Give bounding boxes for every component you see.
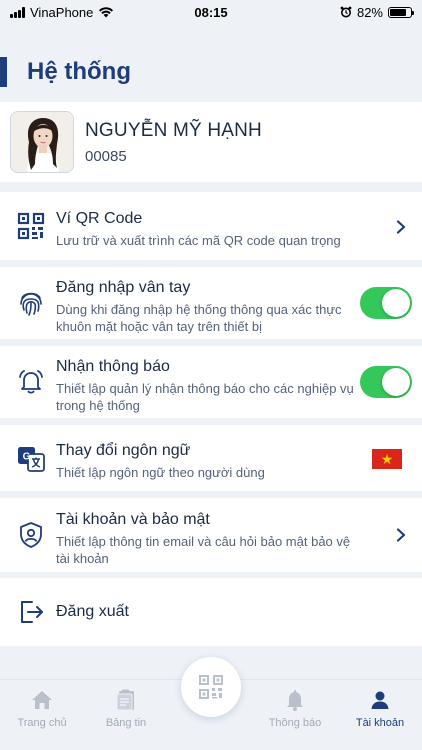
menu-text: Đăng xuất [56, 602, 362, 622]
battery-level [390, 8, 407, 16]
menu-item-language[interactable]: G Thay đổi ngôn ngữ Thiết lập ngôn ngữ t… [0, 425, 422, 491]
toggle-knob [382, 289, 410, 317]
battery-icon [388, 6, 414, 18]
menu-text: Thay đổi ngôn ngữ Thiết lập ngôn ngữ the… [56, 441, 362, 481]
qr-scan-button[interactable] [181, 657, 241, 717]
profile-info: NGUYỄN MỸ HẠNH 00085 [85, 120, 262, 165]
tab-account[interactable]: Tài khoản [338, 680, 422, 740]
menu-title: Thay đổi ngôn ngữ [56, 442, 191, 459]
logout-icon [21, 601, 43, 623]
chevron-right-icon[interactable] [394, 220, 408, 234]
shield-user-icon [20, 522, 42, 548]
translate-icon: G [18, 447, 45, 472]
tab-label: Thông báo [268, 717, 322, 729]
qr-scan-icon [199, 675, 223, 699]
carrier-label: VinaPhone [30, 4, 94, 20]
signal-icon [10, 6, 25, 18]
tab-label: Tài khoản [355, 717, 405, 729]
tab-notifications[interactable]: Thông báo [253, 680, 337, 740]
status-bar: VinaPhone 08:15 82% [0, 0, 422, 24]
menu-description: Thiết lập ngôn ngữ theo người dùng [56, 465, 265, 480]
status-left: VinaPhone [10, 5, 114, 20]
fingerprint-toggle[interactable] [360, 287, 412, 319]
menu-item-logout[interactable]: Đăng xuất [0, 578, 422, 646]
menu-description: Thiết lập thông tin email và câu hỏi bảo… [56, 534, 351, 566]
avatar [10, 111, 74, 173]
title-accent-bar [0, 57, 7, 87]
svg-text:G: G [23, 452, 31, 463]
user-icon [371, 691, 389, 709]
menu-description: Dùng khi đăng nhập hệ thống thông qua xá… [56, 302, 342, 334]
profile-card[interactable]: NGUYỄN MỸ HẠNH 00085 [0, 102, 422, 182]
menu-title: Tài khoản và bảo mật [56, 511, 210, 528]
chevron-right-icon[interactable] [394, 528, 408, 542]
qr-code-icon [17, 212, 45, 240]
menu-title: Đăng nhập vân tay [56, 279, 191, 296]
menu-text: Tài khoản và bảo mật Thiết lập thông tin… [56, 510, 362, 567]
menu-item-qr-wallet[interactable]: Ví QR Code Lưu trữ và xuất trình các mã … [0, 192, 422, 260]
tab-home[interactable]: Trang chủ [0, 680, 84, 740]
menu-description: Lưu trữ và xuất trình các mã QR code qua… [56, 233, 341, 248]
notifications-toggle[interactable] [360, 366, 412, 398]
profile-name: NGUYỄN MỸ HẠNH [85, 119, 262, 141]
toggle-knob [382, 368, 410, 396]
tab-label: Bảng tin [105, 717, 147, 729]
battery-percent: 82% [356, 4, 383, 20]
page-header: Hệ thống [0, 56, 131, 88]
bell-icon [287, 690, 303, 711]
tab-news[interactable]: Bảng tin [84, 680, 168, 740]
flag-vietnam-icon[interactable]: ★ [372, 449, 402, 469]
menu-item-notifications[interactable]: Nhận thông báo Thiết lập quản lý nhận th… [0, 346, 422, 418]
menu-text: Đăng nhập vân tay Dùng khi đăng nhập hệ … [56, 278, 362, 335]
wifi-icon [99, 7, 114, 18]
menu-item-account-security[interactable]: Tài khoản và bảo mật Thiết lập thông tin… [0, 498, 422, 572]
home-icon [32, 691, 52, 709]
menu-description: Thiết lập quản lý nhận thông báo cho các… [56, 381, 354, 413]
logout-label: Đăng xuất [56, 603, 129, 620]
menu-title: Ví QR Code [56, 210, 143, 227]
bell-icon [19, 370, 43, 394]
menu-title: Nhận thông báo [56, 358, 170, 375]
alarm-icon [340, 6, 352, 18]
menu-text: Nhận thông báo Thiết lập quản lý nhận th… [56, 357, 362, 414]
menu-item-fingerprint-login[interactable]: Đăng nhập vân tay Dùng khi đăng nhập hệ … [0, 267, 422, 339]
status-right: 82% [340, 4, 414, 20]
fingerprint-icon [20, 292, 42, 316]
tab-label: Trang chủ [17, 717, 67, 729]
profile-code: 00085 [85, 147, 127, 165]
news-icon [116, 689, 134, 711]
menu-text: Ví QR Code Lưu trữ và xuất trình các mã … [56, 209, 362, 249]
page-title: Hệ thống [27, 58, 131, 85]
